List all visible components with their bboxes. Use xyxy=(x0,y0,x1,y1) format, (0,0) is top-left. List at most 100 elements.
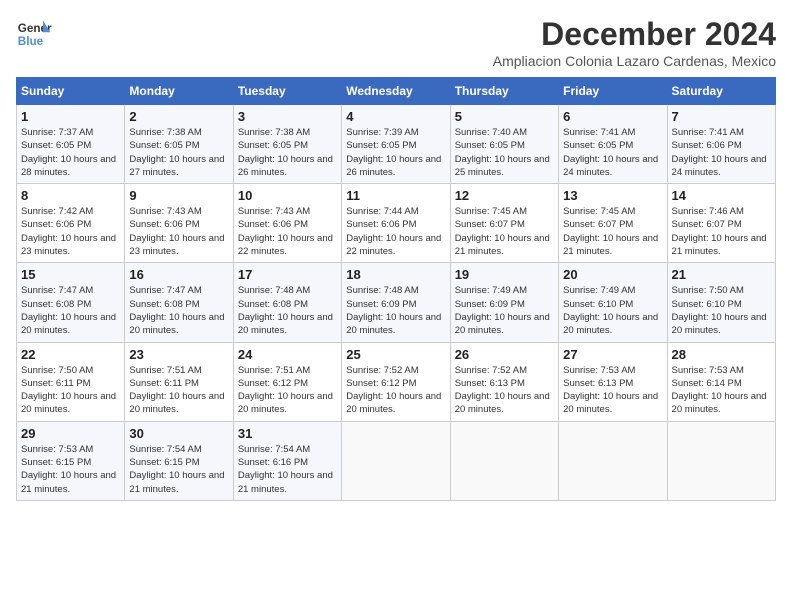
day-info: Sunrise: 7:48 AM Sunset: 6:09 PM Dayligh… xyxy=(346,284,445,337)
day-info: Sunrise: 7:52 AM Sunset: 6:13 PM Dayligh… xyxy=(455,364,554,417)
calendar-week-row: 22 Sunrise: 7:50 AM Sunset: 6:11 PM Dayl… xyxy=(17,342,776,421)
calendar-cell xyxy=(450,421,558,500)
day-number: 1 xyxy=(21,109,120,124)
calendar-cell: 31 Sunrise: 7:54 AM Sunset: 6:16 PM Dayl… xyxy=(233,421,341,500)
day-info: Sunrise: 7:43 AM Sunset: 6:06 PM Dayligh… xyxy=(238,205,337,258)
calendar-cell: 28 Sunrise: 7:53 AM Sunset: 6:14 PM Dayl… xyxy=(667,342,775,421)
day-info: Sunrise: 7:45 AM Sunset: 6:07 PM Dayligh… xyxy=(455,205,554,258)
calendar-cell: 4 Sunrise: 7:39 AM Sunset: 6:05 PM Dayli… xyxy=(342,105,450,184)
title-block: December 2024 Ampliacion Colonia Lazaro … xyxy=(493,16,776,69)
calendar-cell: 21 Sunrise: 7:50 AM Sunset: 6:10 PM Dayl… xyxy=(667,263,775,342)
day-info: Sunrise: 7:50 AM Sunset: 6:11 PM Dayligh… xyxy=(21,364,120,417)
calendar-cell: 14 Sunrise: 7:46 AM Sunset: 6:07 PM Dayl… xyxy=(667,184,775,263)
day-info: Sunrise: 7:54 AM Sunset: 6:15 PM Dayligh… xyxy=(129,443,228,496)
day-number: 9 xyxy=(129,188,228,203)
day-info: Sunrise: 7:41 AM Sunset: 6:05 PM Dayligh… xyxy=(563,126,662,179)
day-info: Sunrise: 7:43 AM Sunset: 6:06 PM Dayligh… xyxy=(129,205,228,258)
weekday-header-row: SundayMondayTuesdayWednesdayThursdayFrid… xyxy=(17,78,776,105)
day-info: Sunrise: 7:38 AM Sunset: 6:05 PM Dayligh… xyxy=(129,126,228,179)
day-number: 20 xyxy=(563,267,662,282)
day-number: 22 xyxy=(21,347,120,362)
calendar-cell: 19 Sunrise: 7:49 AM Sunset: 6:09 PM Dayl… xyxy=(450,263,558,342)
calendar-cell: 26 Sunrise: 7:52 AM Sunset: 6:13 PM Dayl… xyxy=(450,342,558,421)
day-info: Sunrise: 7:42 AM Sunset: 6:06 PM Dayligh… xyxy=(21,205,120,258)
day-number: 24 xyxy=(238,347,337,362)
calendar-cell: 29 Sunrise: 7:53 AM Sunset: 6:15 PM Dayl… xyxy=(17,421,125,500)
day-info: Sunrise: 7:46 AM Sunset: 6:07 PM Dayligh… xyxy=(672,205,771,258)
day-number: 8 xyxy=(21,188,120,203)
calendar-week-row: 1 Sunrise: 7:37 AM Sunset: 6:05 PM Dayli… xyxy=(17,105,776,184)
calendar-cell: 10 Sunrise: 7:43 AM Sunset: 6:06 PM Dayl… xyxy=(233,184,341,263)
day-number: 18 xyxy=(346,267,445,282)
calendar-cell: 18 Sunrise: 7:48 AM Sunset: 6:09 PM Dayl… xyxy=(342,263,450,342)
calendar-cell: 22 Sunrise: 7:50 AM Sunset: 6:11 PM Dayl… xyxy=(17,342,125,421)
day-number: 25 xyxy=(346,347,445,362)
day-info: Sunrise: 7:44 AM Sunset: 6:06 PM Dayligh… xyxy=(346,205,445,258)
day-number: 30 xyxy=(129,426,228,441)
weekday-header-monday: Monday xyxy=(125,78,233,105)
day-number: 10 xyxy=(238,188,337,203)
day-info: Sunrise: 7:48 AM Sunset: 6:08 PM Dayligh… xyxy=(238,284,337,337)
day-number: 13 xyxy=(563,188,662,203)
day-number: 7 xyxy=(672,109,771,124)
day-info: Sunrise: 7:53 AM Sunset: 6:15 PM Dayligh… xyxy=(21,443,120,496)
calendar-week-row: 15 Sunrise: 7:47 AM Sunset: 6:08 PM Dayl… xyxy=(17,263,776,342)
calendar-cell: 27 Sunrise: 7:53 AM Sunset: 6:13 PM Dayl… xyxy=(559,342,667,421)
day-info: Sunrise: 7:54 AM Sunset: 6:16 PM Dayligh… xyxy=(238,443,337,496)
day-info: Sunrise: 7:45 AM Sunset: 6:07 PM Dayligh… xyxy=(563,205,662,258)
calendar-cell: 12 Sunrise: 7:45 AM Sunset: 6:07 PM Dayl… xyxy=(450,184,558,263)
calendar-cell: 5 Sunrise: 7:40 AM Sunset: 6:05 PM Dayli… xyxy=(450,105,558,184)
day-number: 3 xyxy=(238,109,337,124)
day-info: Sunrise: 7:50 AM Sunset: 6:10 PM Dayligh… xyxy=(672,284,771,337)
calendar-cell: 17 Sunrise: 7:48 AM Sunset: 6:08 PM Dayl… xyxy=(233,263,341,342)
logo-icon: General Blue xyxy=(16,16,52,52)
day-info: Sunrise: 7:53 AM Sunset: 6:14 PM Dayligh… xyxy=(672,364,771,417)
day-number: 23 xyxy=(129,347,228,362)
month-title: December 2024 xyxy=(493,16,776,53)
day-info: Sunrise: 7:51 AM Sunset: 6:11 PM Dayligh… xyxy=(129,364,228,417)
weekday-header-wednesday: Wednesday xyxy=(342,78,450,105)
page-header: General Blue December 2024 Ampliacion Co… xyxy=(16,16,776,69)
day-number: 6 xyxy=(563,109,662,124)
day-number: 14 xyxy=(672,188,771,203)
day-number: 2 xyxy=(129,109,228,124)
calendar-week-row: 29 Sunrise: 7:53 AM Sunset: 6:15 PM Dayl… xyxy=(17,421,776,500)
day-number: 16 xyxy=(129,267,228,282)
svg-text:Blue: Blue xyxy=(18,35,44,48)
day-info: Sunrise: 7:49 AM Sunset: 6:09 PM Dayligh… xyxy=(455,284,554,337)
day-info: Sunrise: 7:47 AM Sunset: 6:08 PM Dayligh… xyxy=(21,284,120,337)
day-number: 17 xyxy=(238,267,337,282)
day-number: 12 xyxy=(455,188,554,203)
calendar-cell: 16 Sunrise: 7:47 AM Sunset: 6:08 PM Dayl… xyxy=(125,263,233,342)
day-info: Sunrise: 7:49 AM Sunset: 6:10 PM Dayligh… xyxy=(563,284,662,337)
calendar-cell: 3 Sunrise: 7:38 AM Sunset: 6:05 PM Dayli… xyxy=(233,105,341,184)
calendar-cell: 6 Sunrise: 7:41 AM Sunset: 6:05 PM Dayli… xyxy=(559,105,667,184)
calendar-cell: 23 Sunrise: 7:51 AM Sunset: 6:11 PM Dayl… xyxy=(125,342,233,421)
day-number: 31 xyxy=(238,426,337,441)
calendar-cell xyxy=(559,421,667,500)
calendar-cell xyxy=(342,421,450,500)
day-info: Sunrise: 7:53 AM Sunset: 6:13 PM Dayligh… xyxy=(563,364,662,417)
calendar-week-row: 8 Sunrise: 7:42 AM Sunset: 6:06 PM Dayli… xyxy=(17,184,776,263)
calendar-cell: 20 Sunrise: 7:49 AM Sunset: 6:10 PM Dayl… xyxy=(559,263,667,342)
day-info: Sunrise: 7:47 AM Sunset: 6:08 PM Dayligh… xyxy=(129,284,228,337)
day-info: Sunrise: 7:38 AM Sunset: 6:05 PM Dayligh… xyxy=(238,126,337,179)
day-info: Sunrise: 7:39 AM Sunset: 6:05 PM Dayligh… xyxy=(346,126,445,179)
day-number: 11 xyxy=(346,188,445,203)
calendar-table: SundayMondayTuesdayWednesdayThursdayFrid… xyxy=(16,77,776,501)
location-title: Ampliacion Colonia Lazaro Cardenas, Mexi… xyxy=(493,53,776,69)
logo: General Blue xyxy=(16,16,52,52)
day-number: 15 xyxy=(21,267,120,282)
weekday-header-thursday: Thursday xyxy=(450,78,558,105)
day-number: 29 xyxy=(21,426,120,441)
calendar-cell: 11 Sunrise: 7:44 AM Sunset: 6:06 PM Dayl… xyxy=(342,184,450,263)
weekday-header-saturday: Saturday xyxy=(667,78,775,105)
weekday-header-sunday: Sunday xyxy=(17,78,125,105)
day-info: Sunrise: 7:40 AM Sunset: 6:05 PM Dayligh… xyxy=(455,126,554,179)
day-number: 19 xyxy=(455,267,554,282)
calendar-cell: 1 Sunrise: 7:37 AM Sunset: 6:05 PM Dayli… xyxy=(17,105,125,184)
day-info: Sunrise: 7:52 AM Sunset: 6:12 PM Dayligh… xyxy=(346,364,445,417)
calendar-cell: 9 Sunrise: 7:43 AM Sunset: 6:06 PM Dayli… xyxy=(125,184,233,263)
day-number: 28 xyxy=(672,347,771,362)
day-number: 4 xyxy=(346,109,445,124)
